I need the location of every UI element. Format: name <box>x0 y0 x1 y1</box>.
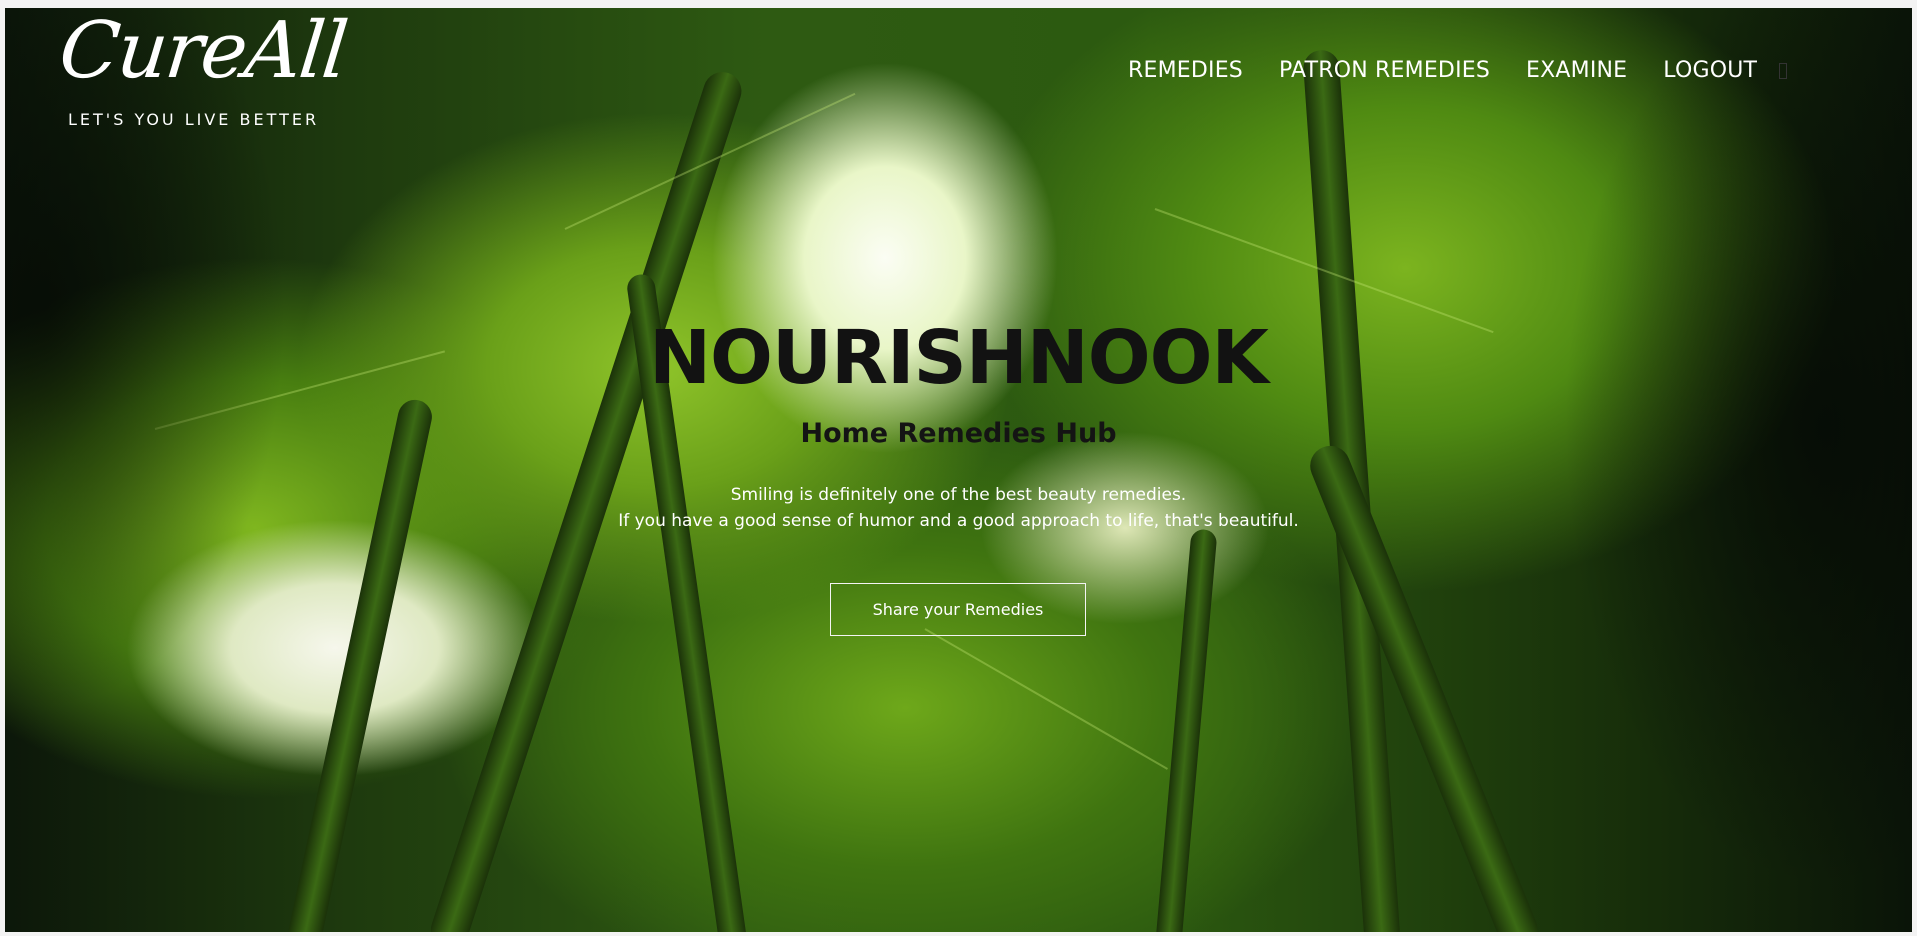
logo-tagline: LET'S YOU LIVE BETTER <box>68 110 320 129</box>
plant-stem <box>1155 528 1218 932</box>
hero-quote: Smiling is definitely one of the best be… <box>0 482 1917 534</box>
logo-wordmark: CureAll <box>55 6 351 96</box>
leaf-vein <box>924 628 1168 770</box>
nav-link-remedies[interactable]: REMEDIES <box>1128 58 1243 83</box>
hero-quote-line-1: Smiling is definitely one of the best be… <box>730 485 1187 505</box>
main-nav: REMEDIES PATRON REMEDIES EXAMINE LOGOUT <box>1128 58 1788 83</box>
hero-background-image <box>5 8 1912 932</box>
nav-extra-icon[interactable] <box>1779 62 1788 79</box>
share-remedies-button[interactable]: Share your Remedies <box>830 583 1086 636</box>
hero-quote-line-2: If you have a good sense of humor and a … <box>618 511 1299 531</box>
plant-stem <box>285 396 436 932</box>
nav-link-logout[interactable]: LOGOUT <box>1663 58 1757 83</box>
nav-link-examine[interactable]: EXAMINE <box>1526 58 1627 83</box>
site-logo[interactable]: CureAll LET'S YOU LIVE BETTER <box>55 6 350 129</box>
nav-link-patron-remedies[interactable]: PATRON REMEDIES <box>1279 58 1490 83</box>
hero-subtitle: Home Remedies Hub <box>800 418 1117 449</box>
hero-title: NOURISHNOOK <box>649 315 1269 401</box>
